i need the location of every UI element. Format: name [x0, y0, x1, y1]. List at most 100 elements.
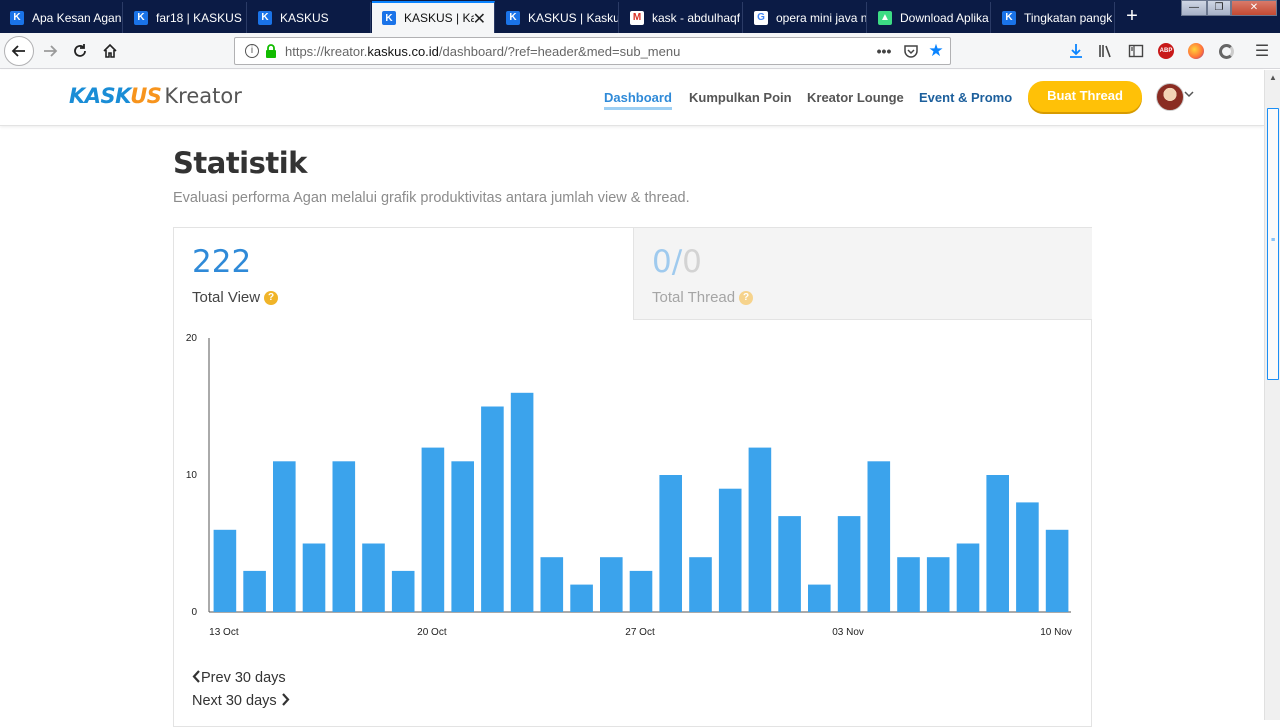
lock-icon[interactable] — [265, 43, 277, 59]
reload-icon[interactable] — [69, 40, 91, 62]
back-icon[interactable] — [4, 36, 34, 66]
new-tab-button[interactable]: + — [1122, 5, 1142, 28]
chart-bar[interactable] — [1045, 529, 1069, 612]
total-view-value: 222 — [192, 244, 252, 280]
chart-bar[interactable] — [1016, 502, 1039, 612]
kaskus-icon: K — [382, 11, 396, 25]
info-icon[interactable]: i — [245, 44, 259, 58]
help-icon[interactable]: ? — [739, 290, 754, 305]
browser-tab[interactable]: K KASKUS — [248, 2, 371, 33]
browser-tab[interactable]: Kfar18 | KASKUS — [124, 2, 247, 33]
chart-bar[interactable] — [570, 584, 593, 612]
y-tick-label: 20 — [186, 333, 198, 344]
chart-bar[interactable] — [956, 543, 980, 613]
tab-label: Apa Kesan Agan — [32, 10, 122, 25]
chart-bar[interactable] — [689, 557, 712, 612]
browser-toolbar: i https://kreator.kaskus.co.id/dashboard… — [0, 33, 1280, 69]
chart-bar[interactable] — [510, 392, 534, 612]
library-icon[interactable] — [1096, 41, 1116, 61]
chart-bar[interactable] — [302, 543, 326, 613]
close-window-button[interactable]: ✕ — [1231, 0, 1277, 16]
chart-bar[interactable] — [362, 543, 385, 613]
menu-icon[interactable]: ☰ — [1252, 41, 1272, 61]
chart-bar[interactable] — [332, 461, 356, 612]
adblock-icon[interactable]: ABP — [1156, 41, 1176, 61]
chart-bar[interactable] — [778, 516, 801, 612]
nav-dashboard[interactable]: Dashboard — [604, 90, 672, 110]
browser-tab[interactable]: K Tingkatan pangk — [992, 2, 1115, 33]
firefox-extension-icon[interactable] — [1186, 41, 1206, 61]
browser-tab-bar: K Apa Kesan Agan Kfar18 | KASKUS K KASKUS K KA… — [0, 0, 1280, 33]
nav-kumpulkan-poin[interactable]: Kumpulkan Poin — [689, 90, 792, 105]
chart-bar[interactable] — [837, 516, 861, 612]
download-icon[interactable] — [1066, 41, 1086, 61]
chart-bar[interactable] — [718, 488, 742, 612]
chart-bar[interactable] — [540, 557, 564, 612]
nav-kreator-lounge[interactable]: Kreator Lounge — [807, 90, 904, 105]
next-30-days-link[interactable]: Next 30 days — [192, 693, 290, 709]
chart-bar[interactable] — [926, 557, 950, 612]
maximize-window-button[interactable]: ❐ — [1207, 0, 1231, 16]
chart-bar[interactable] — [897, 557, 920, 612]
kaskus-icon: K — [258, 10, 272, 25]
buat-thread-button[interactable]: Buat Thread — [1028, 81, 1142, 112]
x-tick-label: 27 Oct — [625, 627, 655, 638]
page-actions-icon[interactable]: ••• — [875, 43, 893, 61]
chart-bar[interactable] — [243, 570, 266, 612]
extension-icon[interactable] — [1216, 41, 1236, 61]
chart-bar[interactable] — [986, 475, 1009, 612]
tab-label: KASKUS | Kas — [404, 11, 474, 25]
browser-tab[interactable]: Mkask - abdulhaqf — [620, 2, 743, 33]
x-tick-label: 13 Oct — [209, 627, 239, 638]
close-tab-icon[interactable]: ✕ — [473, 9, 486, 29]
prev-30-days-link[interactable]: Prev 30 days — [192, 670, 286, 686]
chart-bar[interactable] — [808, 584, 831, 612]
tab-label: KASKUS | Kaskus — [528, 10, 618, 25]
views-bar-chart: 0 10 20 13 Oct 20 Oct 27 Oct 03 Nov 10 Nov — [186, 333, 1072, 638]
bookmark-star-icon[interactable]: ★ — [927, 41, 945, 60]
scrollbar-thumb[interactable]: ≡ — [1267, 108, 1279, 380]
chart-bar[interactable] — [748, 447, 772, 612]
kaskus-kreator-logo[interactable]: KASKUS Kreator — [69, 84, 242, 108]
chart-bar[interactable] — [867, 461, 891, 612]
avatar[interactable] — [1156, 83, 1184, 111]
browser-tab[interactable]: K KASKUS | Kaskus — [496, 2, 619, 33]
chart-bar[interactable] — [600, 557, 623, 612]
total-thread-label: Total Thread ? — [652, 289, 754, 306]
chart-bar[interactable] — [273, 461, 296, 612]
page-scrollbar[interactable]: ▲ ≡ — [1264, 70, 1280, 720]
forward-icon[interactable] — [39, 40, 61, 62]
tab-total-view[interactable]: 222 Total View ? — [174, 228, 633, 320]
scroll-up-arrow-icon[interactable]: ▲ — [1265, 70, 1280, 86]
x-tick-label: 20 Oct — [417, 627, 447, 638]
tab-total-thread[interactable]: 0/0 Total Thread ? — [633, 228, 1092, 320]
pocket-icon[interactable] — [902, 43, 920, 61]
home-icon[interactable] — [99, 40, 121, 62]
chart-bar[interactable] — [391, 570, 415, 612]
x-tick-label: 03 Nov — [832, 627, 864, 638]
tab-label: kask - abdulhaqf — [652, 10, 741, 25]
gmail-icon: M — [630, 10, 644, 25]
url-bar[interactable]: i https://kreator.kaskus.co.id/dashboard… — [234, 37, 951, 65]
browser-tab[interactable]: ▲ Download Aplika — [868, 2, 991, 33]
browser-tab[interactable]: K Apa Kesan Agan — [0, 2, 123, 33]
page-subtitle: Evaluasi performa Agan melalui grafik pr… — [173, 190, 690, 206]
kaskus-icon: K — [134, 10, 148, 25]
chevron-down-icon[interactable] — [1184, 90, 1194, 101]
page-title: Statistik — [173, 146, 307, 180]
chart-bar[interactable] — [451, 461, 474, 612]
browser-tab[interactable]: Gopera mini java n — [744, 2, 867, 33]
apk-icon: ▲ — [878, 10, 892, 25]
chart-bar[interactable] — [481, 406, 504, 613]
browser-tab[interactable]: K KASKUS | Kas✕ — [372, 1, 495, 33]
chart-bar[interactable] — [629, 570, 653, 612]
sidebar-icon[interactable] — [1126, 41, 1146, 61]
minimize-window-button[interactable]: — — [1181, 0, 1207, 16]
chart-bar[interactable] — [421, 447, 445, 612]
kaskus-icon: K — [10, 10, 24, 25]
tab-label: KASKUS — [280, 10, 329, 25]
nav-event-promo[interactable]: Event & Promo — [919, 90, 1012, 105]
chart-bar[interactable] — [659, 475, 682, 612]
help-icon[interactable]: ? — [264, 290, 279, 305]
chart-bar[interactable] — [213, 529, 237, 612]
